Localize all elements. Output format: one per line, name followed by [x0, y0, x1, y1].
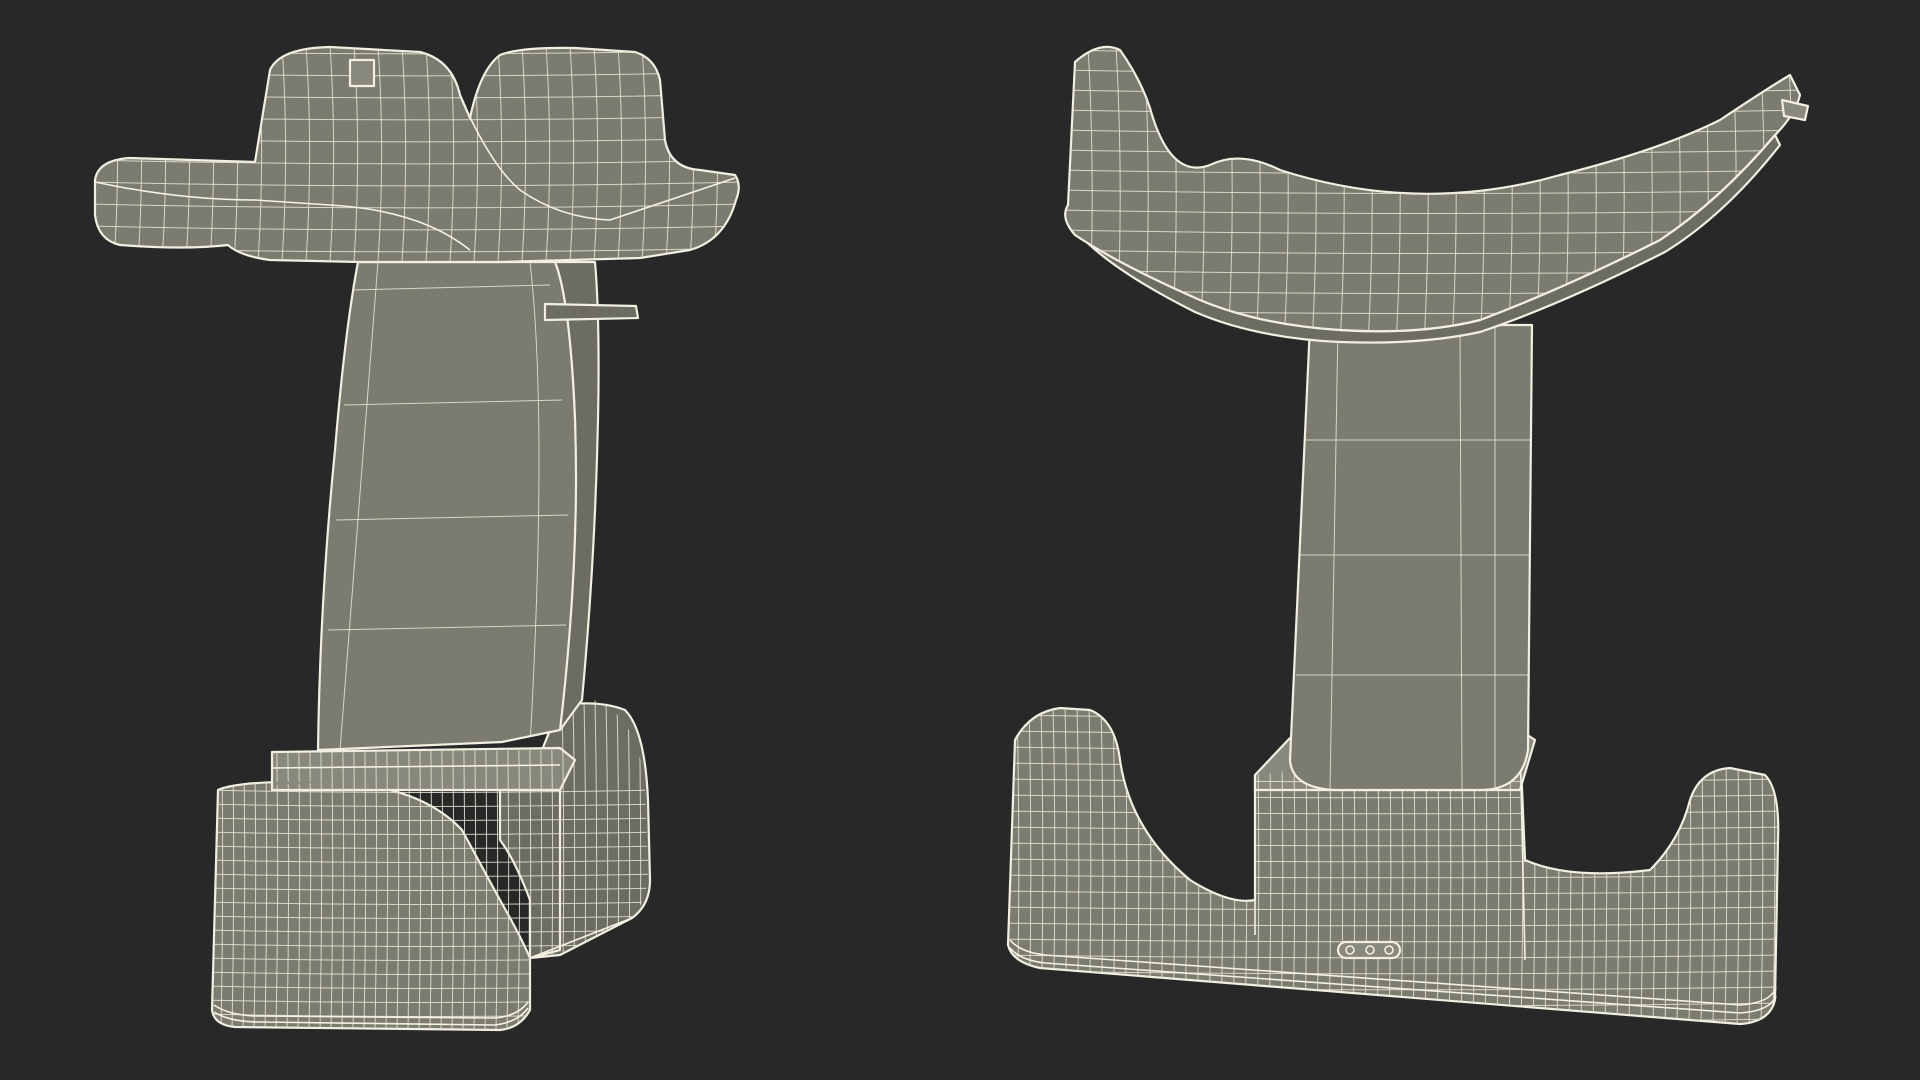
- mesh-line: [1785, 705, 1787, 1025]
- mesh-line: [1759, 46, 1765, 332]
- stand-cradle-front: [1060, 45, 1810, 345]
- stand-post-front: [1288, 323, 1534, 792]
- mesh-line: [1008, 1018, 1779, 1023]
- base-status-leds: [1336, 940, 1402, 960]
- mesh-line: [1005, 705, 1007, 1025]
- mesh-line: [1065, 109, 1800, 114]
- mesh-line: [1060, 45, 1064, 345]
- mesh-line: [1065, 49, 1800, 54]
- stand-model-front-view: [1005, 45, 1810, 1026]
- cradle-clip-front: [1780, 98, 1810, 122]
- mesh-line: [1065, 89, 1800, 94]
- mesh-line: [1065, 69, 1800, 74]
- render-viewport: [0, 0, 1920, 1080]
